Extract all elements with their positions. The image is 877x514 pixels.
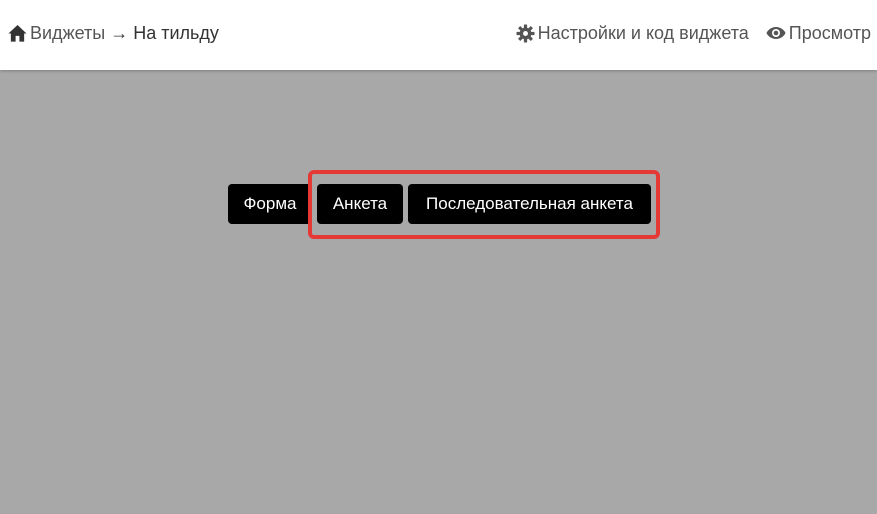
breadcrumb-widgets-link[interactable]: Виджеты	[30, 23, 105, 44]
preview-link[interactable]: Просмотр	[766, 23, 871, 44]
breadcrumb-separator: →	[110, 22, 129, 43]
gear-icon	[516, 23, 535, 43]
header-nav: Настройки и код виджета Просмотр	[516, 22, 871, 44]
breadcrumb-current: На тильду	[133, 22, 219, 43]
home-icon[interactable]	[8, 24, 27, 43]
widget-type-tabs: Форма Анкета Последовательная анкета	[228, 184, 651, 224]
top-bar: Виджеты → На тильду Настройки и код видж…	[0, 0, 877, 70]
preview-label: Просмотр	[788, 22, 871, 43]
settings-link[interactable]: Настройки и код виджета	[516, 23, 749, 44]
breadcrumb: Виджеты → На тильду	[8, 22, 219, 44]
tab-survey[interactable]: Анкета	[317, 184, 403, 224]
eye-icon	[766, 25, 786, 41]
settings-label: Настройки и код виджета	[537, 22, 749, 43]
tab-sequential-survey[interactable]: Последовательная анкета	[408, 184, 651, 224]
tab-form[interactable]: Форма	[228, 184, 312, 224]
